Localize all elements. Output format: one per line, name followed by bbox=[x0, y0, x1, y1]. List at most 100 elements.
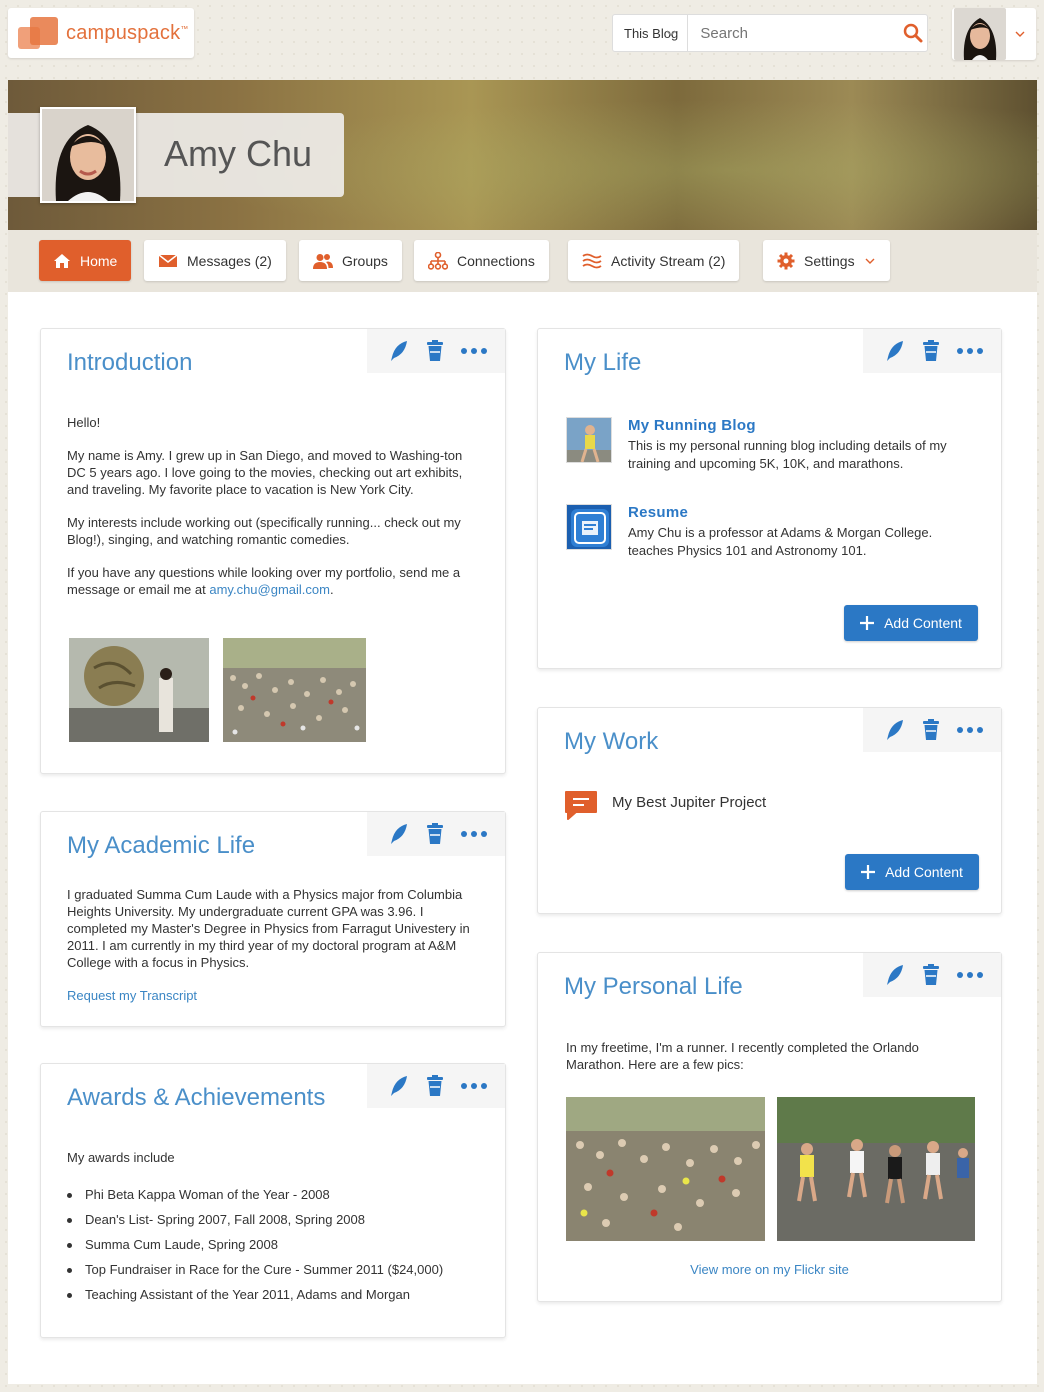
trash-icon[interactable] bbox=[922, 340, 940, 362]
search-input[interactable] bbox=[688, 15, 900, 51]
profile-photo bbox=[40, 107, 136, 203]
introduction-card: Introduction Hello! My name is Amy. I gr… bbox=[40, 328, 506, 774]
marathon-photo[interactable] bbox=[223, 638, 366, 742]
card-toolbar bbox=[367, 812, 505, 856]
card-title: My Work bbox=[564, 728, 659, 755]
card-toolbar bbox=[863, 953, 1001, 997]
card-title: My Academic Life bbox=[67, 832, 256, 859]
resume-desc: Amy Chu is a professor at Adams & Morgan… bbox=[628, 525, 933, 558]
personal-life-card: My Personal Life In my freetime, I'm a r… bbox=[537, 952, 1002, 1302]
interests-paragraph: My interests include working out (specif… bbox=[67, 515, 461, 547]
more-icon[interactable] bbox=[460, 348, 487, 354]
card-body: In my freetime, I'm a runner. I recently… bbox=[566, 1039, 979, 1089]
card-toolbar bbox=[367, 329, 505, 373]
nav-groups-label: Groups bbox=[342, 252, 388, 269]
trash-icon[interactable] bbox=[922, 719, 940, 741]
list-item: Summa Cum Laude, Spring 2008 bbox=[67, 1236, 483, 1253]
running-blog-thumbnail[interactable] bbox=[566, 417, 612, 463]
nav-groups[interactable]: Groups bbox=[299, 240, 402, 281]
card-title: Awards & Achievements bbox=[67, 1084, 326, 1111]
intro-paragraph: My name is Amy. I grew up in San Diego, … bbox=[67, 448, 463, 497]
add-content-label: Add Content bbox=[884, 615, 962, 631]
running-blog-link[interactable]: My Running Blog bbox=[628, 417, 979, 434]
envelope-icon bbox=[158, 253, 178, 267]
edit-icon[interactable] bbox=[885, 340, 905, 362]
logo-text: campuspack™ bbox=[66, 21, 189, 44]
more-icon[interactable] bbox=[460, 1083, 487, 1089]
add-content-button[interactable]: Add Content bbox=[845, 854, 979, 890]
sphere-photo[interactable] bbox=[69, 638, 209, 742]
work-item-link[interactable]: My Best Jupiter Project bbox=[612, 794, 766, 811]
resume-thumbnail[interactable] bbox=[566, 504, 612, 550]
list-item: Teaching Assistant of the Year 2011, Ada… bbox=[67, 1286, 483, 1303]
card-toolbar bbox=[863, 329, 1001, 373]
search-bar: This Blog bbox=[612, 14, 928, 52]
search-icon bbox=[903, 23, 923, 43]
trash-icon[interactable] bbox=[426, 1075, 444, 1097]
logo[interactable]: campuspack™ bbox=[8, 8, 194, 58]
awards-list: Phi Beta Kappa Woman of the Year - 2008 … bbox=[67, 1186, 483, 1303]
logo-mark bbox=[18, 15, 60, 51]
nav-activity-stream[interactable]: Activity Stream (2) bbox=[568, 240, 740, 281]
my-life-card: My Life My Running Blog This is my perso… bbox=[537, 328, 1002, 669]
plus-icon bbox=[861, 865, 876, 879]
resume-link[interactable]: Resume bbox=[628, 504, 979, 521]
home-icon bbox=[54, 253, 70, 268]
resume-icon bbox=[571, 509, 609, 547]
card-body: I graduated Summa Cum Laude with a Physi… bbox=[67, 886, 483, 1004]
awards-card: Awards & Achievements My awards include … bbox=[40, 1063, 506, 1338]
profile-name: Amy Chu bbox=[164, 133, 313, 174]
gear-icon bbox=[777, 252, 795, 269]
card-title: My Life bbox=[564, 349, 642, 376]
transcript-link[interactable]: Request my Transcript bbox=[67, 987, 483, 1004]
comment-icon bbox=[565, 791, 597, 820]
nav-messages-label: Messages (2) bbox=[187, 252, 272, 269]
card-title: My Personal Life bbox=[564, 973, 743, 1000]
avatar bbox=[954, 8, 1006, 60]
edit-icon[interactable] bbox=[389, 823, 409, 845]
card-body: My awards include Phi Beta Kappa Woman o… bbox=[67, 1149, 483, 1310]
network-icon bbox=[428, 251, 448, 270]
flickr-link[interactable]: View more on my Flickr site bbox=[538, 1262, 1001, 1277]
nav-settings[interactable]: Settings bbox=[763, 240, 890, 281]
chevron-down-icon bbox=[1015, 31, 1025, 37]
trash-icon[interactable] bbox=[426, 340, 444, 362]
nav-activity-stream-label: Activity Stream (2) bbox=[611, 252, 726, 269]
card-toolbar bbox=[863, 708, 1001, 752]
nav-home[interactable]: Home bbox=[39, 240, 132, 281]
awards-intro: My awards include bbox=[67, 1150, 175, 1165]
nav-messages[interactable]: Messages (2) bbox=[144, 240, 286, 281]
more-icon[interactable] bbox=[956, 348, 983, 354]
runners-photo[interactable] bbox=[777, 1097, 975, 1241]
my-work-card: My Work My Best Jupiter Project Add Cont… bbox=[537, 707, 1002, 914]
nav-connections[interactable]: Connections bbox=[414, 240, 549, 281]
list-item: Top Fundraiser in Race for the Cure - Su… bbox=[67, 1261, 483, 1278]
chevron-down-icon bbox=[865, 258, 875, 264]
more-icon[interactable] bbox=[956, 972, 983, 978]
trash-icon[interactable] bbox=[426, 823, 444, 845]
list-item: Dean's List- Spring 2007, Fall 2008, Spr… bbox=[67, 1211, 483, 1228]
personal-paragraph: In my freetime, I'm a runner. I recently… bbox=[566, 1040, 919, 1072]
add-content-button[interactable]: Add Content bbox=[844, 605, 978, 641]
edit-icon[interactable] bbox=[885, 964, 905, 986]
trash-icon[interactable] bbox=[922, 964, 940, 986]
more-icon[interactable] bbox=[460, 831, 487, 837]
contact-end: . bbox=[329, 582, 334, 597]
more-icon[interactable] bbox=[956, 727, 983, 733]
nav-home-label: Home bbox=[80, 252, 118, 269]
edit-icon[interactable] bbox=[389, 1075, 409, 1097]
edit-icon[interactable] bbox=[389, 340, 409, 362]
marathon-crowd-photo[interactable] bbox=[566, 1097, 765, 1241]
search-scope-select[interactable]: This Blog bbox=[613, 15, 689, 51]
search-button[interactable] bbox=[899, 15, 927, 51]
email-link[interactable]: amy.chu@gmail.com bbox=[209, 582, 330, 597]
list-item: Phi Beta Kappa Woman of the Year - 2008 bbox=[67, 1186, 483, 1203]
edit-icon[interactable] bbox=[885, 719, 905, 741]
nav-settings-label: Settings bbox=[804, 252, 855, 269]
running-blog-desc: This is my personal running blog includi… bbox=[628, 438, 947, 471]
user-menu[interactable] bbox=[952, 8, 1036, 60]
list-item: My Running Blog This is my personal runn… bbox=[628, 417, 979, 473]
nav-connections-label: Connections bbox=[457, 252, 535, 269]
plus-icon bbox=[860, 616, 875, 630]
card-title: Introduction bbox=[67, 349, 193, 376]
